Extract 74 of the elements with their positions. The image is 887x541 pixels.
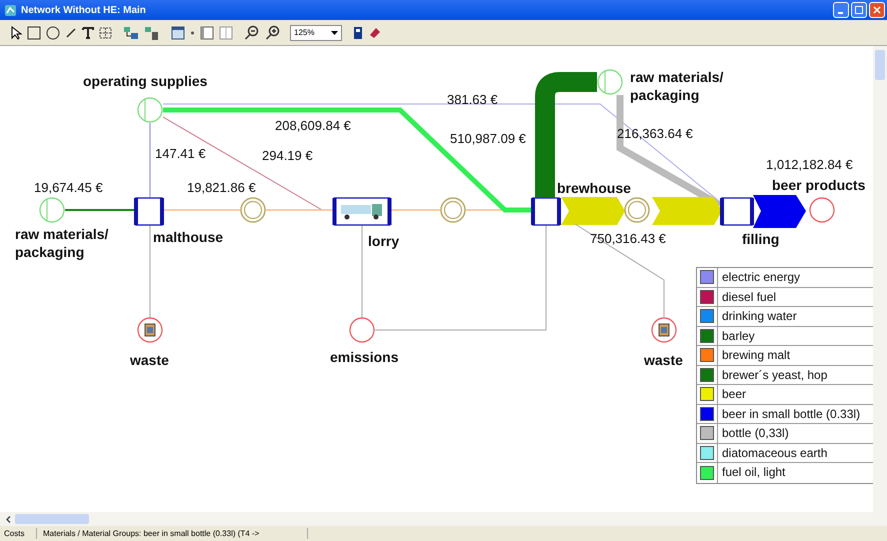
flow-value: 294.19 € [262, 148, 313, 163]
frame-icon[interactable] [200, 26, 214, 40]
connection-node[interactable] [440, 197, 466, 223]
zoom-dropdown[interactable]: 125% [290, 24, 342, 40]
legend-label: barley [721, 328, 755, 344]
network-icon[interactable] [123, 24, 139, 40]
legend-label: diatomaceous earth [721, 444, 828, 462]
flow-value: 216,363.64 € [617, 126, 693, 141]
table-icon[interactable] [219, 26, 233, 40]
flow-value: 208,609.84 € [275, 118, 351, 133]
source-node[interactable] [137, 97, 163, 123]
node-label: filling [742, 231, 780, 247]
flow-value: 510,987.09 € [450, 131, 526, 146]
waste-node[interactable] [651, 317, 677, 343]
legend-label: diesel fuel [721, 288, 776, 306]
grid-icon[interactable] [99, 26, 112, 38]
flow-value: 19,821.86 € [187, 180, 256, 195]
scroll-left-icon[interactable] [6, 516, 11, 522]
source-node[interactable] [39, 197, 65, 223]
legend-label: bottle (0,33l) [721, 425, 789, 442]
maximize-icon [855, 6, 863, 14]
window-title: Network Without HE: Main [21, 4, 147, 16]
legend-label: brewer´s yeast, hop [721, 366, 828, 384]
node-label: emissions [330, 349, 398, 365]
legend-label: beer in small bottle (0.33l) [721, 406, 860, 422]
process-node[interactable] [332, 196, 392, 227]
text-tool-icon[interactable] [82, 26, 94, 38]
node-label: malthouse [153, 229, 224, 245]
maximize-button[interactable] [851, 2, 867, 18]
line-icon[interactable] [65, 26, 77, 38]
app-icon [4, 4, 17, 16]
connection-node[interactable] [240, 197, 266, 223]
eraser-icon[interactable] [368, 26, 382, 40]
rectangle-icon[interactable] [27, 26, 41, 40]
node-label: raw materials/ packaging [630, 69, 724, 103]
legend-label: beer [721, 386, 746, 403]
book-icon[interactable] [353, 26, 363, 40]
sink-node[interactable] [809, 197, 835, 223]
legend-label: brewing malt [721, 347, 790, 364]
flow-value: 147.41 € [155, 146, 206, 161]
connection-node[interactable] [624, 197, 650, 223]
process-node[interactable] [134, 196, 164, 227]
node-label: lorry [368, 233, 400, 249]
flow-value: 750,316.43 € [590, 231, 666, 246]
close-button[interactable] [869, 2, 885, 18]
status-text: Materials / Material Groups: beer in small bottle (0.33l) (T4 -> [39, 528, 308, 539]
flow-value: 19,674.45 € [34, 180, 103, 195]
legend-label: drinking water [721, 308, 797, 325]
ellipse-icon[interactable] [46, 26, 60, 40]
legend-label: electric energy [721, 269, 800, 286]
sink-node[interactable] [349, 317, 375, 343]
process-node[interactable] [720, 196, 754, 227]
node-label: waste [644, 352, 683, 368]
node-label: operating supplies [83, 73, 208, 89]
flow-value: 1,012,182.84 € [766, 157, 853, 172]
process-node[interactable] [531, 196, 561, 227]
source-node[interactable] [597, 69, 623, 95]
waste-node[interactable] [137, 317, 163, 343]
node-label: waste [130, 352, 169, 368]
legend-label: fuel oil, light [721, 464, 786, 481]
vertical-scrollbar[interactable] [873, 46, 887, 512]
node-label: raw materials/ packaging [15, 226, 108, 260]
zoom-out-icon[interactable] [244, 24, 260, 40]
flow-value: 381.63 € [447, 92, 498, 107]
zoom-in-icon[interactable] [265, 24, 281, 40]
minimize-button[interactable] [833, 2, 849, 18]
close-icon [873, 6, 881, 14]
horizontal-scrollbar[interactable] [0, 512, 887, 526]
status-text: Costs [0, 528, 37, 539]
node-label: brewhouse [557, 180, 631, 196]
pointer-icon[interactable] [10, 26, 22, 40]
caret-icon [331, 30, 338, 34]
node-label: beer products [772, 177, 865, 193]
window-icon[interactable] [171, 26, 185, 40]
